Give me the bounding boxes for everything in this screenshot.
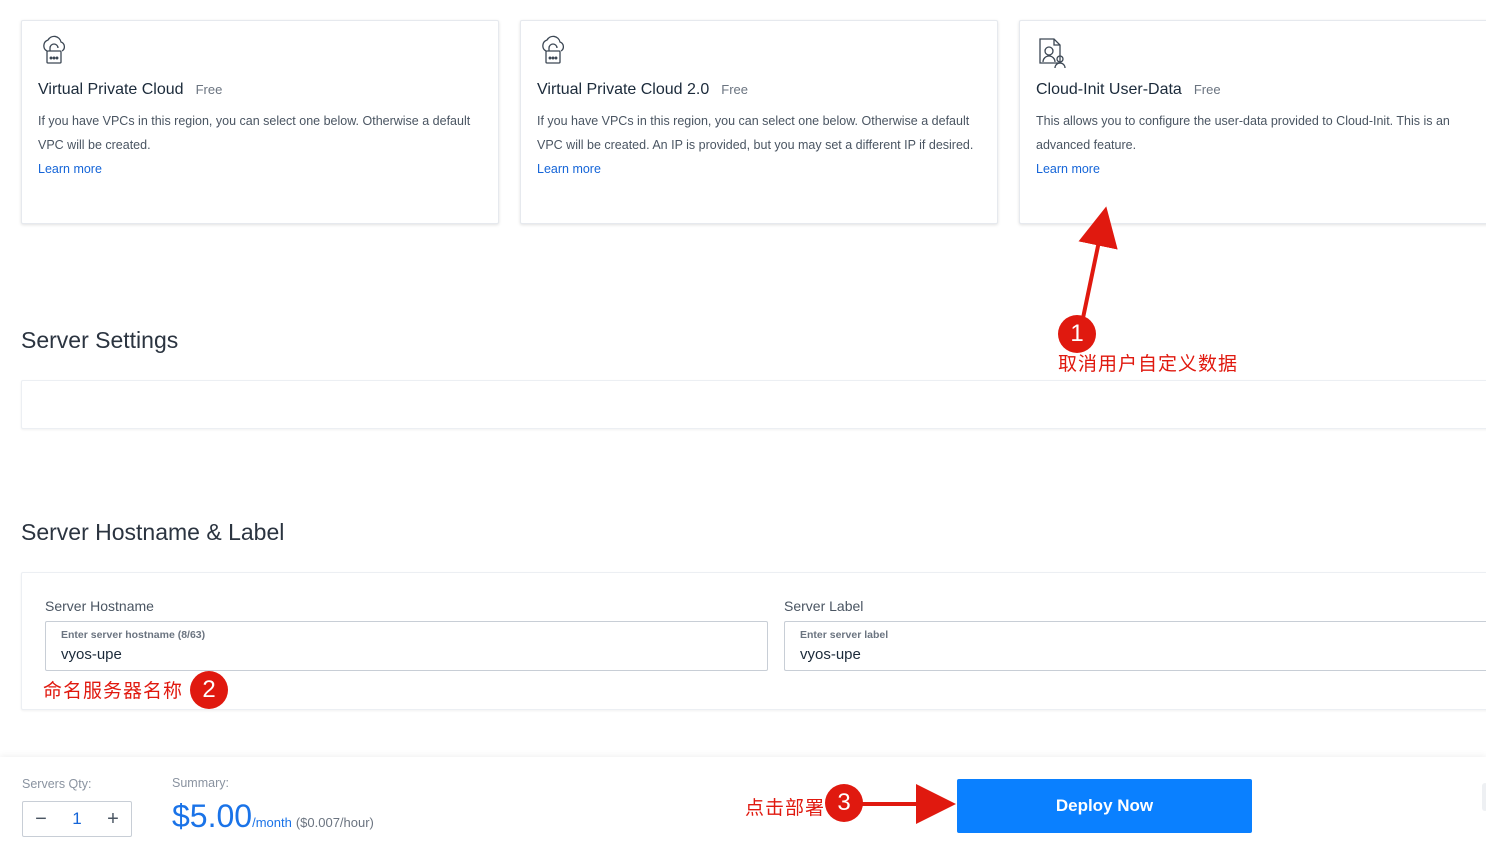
vpc-card[interactable]: Virtual Private Cloud Free If you have V… <box>21 20 499 224</box>
card-description: If you have VPCs in this region, you can… <box>537 114 974 152</box>
learn-more-link[interactable]: Learn more <box>38 157 102 181</box>
cloud-init-card[interactable]: Cloud-Init User-Data Free This allows yo… <box>1019 20 1486 224</box>
card-price: Free <box>195 82 223 97</box>
price-summary: $5.00 /month ($0.007/hour) <box>172 798 374 835</box>
server-label-hint: Enter server label <box>800 629 889 641</box>
hostname-input[interactable]: vyos-upe <box>61 646 710 663</box>
annotation-text-3: 点击部署 <box>745 797 826 819</box>
cloud-lock-icon <box>38 35 482 69</box>
card-price: Free <box>1193 82 1221 97</box>
server-settings-title: Server Settings <box>21 327 179 353</box>
document-user-icon <box>1036 35 1477 69</box>
card-description: This allows you to configure the user-da… <box>1036 114 1450 152</box>
annotation-badge-3: 3 <box>825 784 863 822</box>
arrow-to-cloud-init <box>1078 206 1118 319</box>
card-title: Virtual Private Cloud <box>38 81 184 98</box>
scroll-handle[interactable] <box>1482 783 1486 811</box>
card-title: Cloud-Init User-Data <box>1036 81 1182 98</box>
annotation-text-1: 取消用户自定义数据 <box>1058 353 1239 375</box>
server-label-label: Server Label <box>784 598 864 614</box>
summary-label: Summary: <box>172 776 229 790</box>
qty-value[interactable]: 1 <box>59 809 95 829</box>
vpc2-card[interactable]: Virtual Private Cloud 2.0 Free If you ha… <box>520 20 998 224</box>
hostname-section-title: Server Hostname & Label <box>21 519 285 545</box>
monthly-price: $5.00 <box>172 798 253 834</box>
learn-more-link[interactable]: Learn more <box>537 157 601 181</box>
qty-plus-button[interactable]: + <box>95 808 131 831</box>
card-description: If you have VPCs in this region, you can… <box>38 114 471 152</box>
quantity-stepper[interactable]: − 1 + <box>22 801 132 837</box>
server-label-field[interactable]: Enter server label vyos-upe <box>784 621 1486 671</box>
qty-minus-button[interactable]: − <box>23 808 59 831</box>
hostname-label: Server Hostname <box>45 598 154 614</box>
annotation-badge-2: 2 <box>190 671 228 709</box>
hourly-price: ($0.007/hour) <box>295 815 374 830</box>
hostname-field[interactable]: Enter server hostname (8/63) vyos-upe <box>45 621 768 671</box>
annotation-badge-1: 1 <box>1058 315 1096 353</box>
annotation-text-2: 命名服务器名称 <box>43 680 184 702</box>
servers-qty-label: Servers Qty: <box>22 777 92 791</box>
learn-more-link[interactable]: Learn more <box>1036 157 1100 181</box>
card-price: Free <box>721 82 748 97</box>
server-settings-panel <box>21 380 1486 429</box>
card-title: Virtual Private Cloud 2.0 <box>537 81 710 98</box>
cloud-lock-icon <box>537 35 981 69</box>
deploy-now-button[interactable]: Deploy Now <box>957 779 1252 833</box>
hostname-hint: Enter server hostname (8/63) <box>61 629 206 641</box>
per-month-text: /month <box>252 815 292 830</box>
server-label-input[interactable]: vyos-upe <box>800 646 1438 663</box>
